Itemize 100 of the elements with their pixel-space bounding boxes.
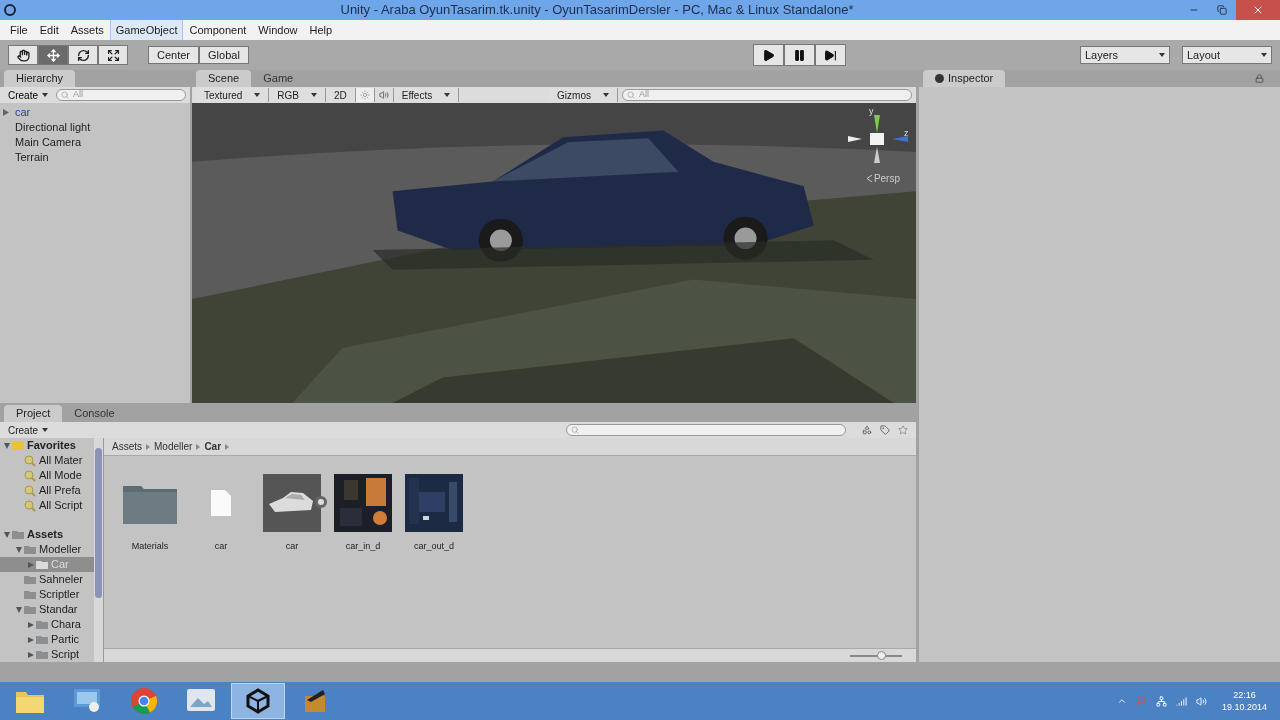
- control-panel-icon[interactable]: [74, 689, 100, 713]
- folder-icon: [24, 575, 36, 584]
- expand-toggle-icon[interactable]: [16, 606, 22, 613]
- panel-tab[interactable]: Game: [251, 70, 306, 87]
- expand-arrow-icon: [3, 109, 9, 116]
- tree-item[interactable]: Favorites: [27, 438, 76, 454]
- network-icon[interactable]: [1155, 695, 1167, 707]
- rotate-tool-button[interactable]: [68, 45, 98, 65]
- search-icon: [24, 454, 36, 467]
- create-dropdown[interactable]: Create: [4, 422, 52, 438]
- projection-label[interactable]: Persp: [873, 171, 900, 186]
- asset-label[interactable]: car: [214, 540, 228, 554]
- tree-item[interactable]: All Mode: [39, 467, 82, 484]
- layers-dropdown[interactable]: Layers: [1080, 46, 1170, 64]
- caret-icon: [311, 93, 318, 97]
- tree-item[interactable]: Modeller: [39, 541, 82, 558]
- browser-icon[interactable]: [131, 688, 157, 714]
- create-dropdown[interactable]: Create: [4, 87, 52, 103]
- image-viewer-icon[interactable]: [187, 689, 215, 713]
- tree-item[interactable]: Assets: [27, 526, 64, 543]
- hierarchy-item[interactable]: Directional light: [15, 119, 91, 136]
- breadcrumb-item[interactable]: Assets: [112, 439, 142, 454]
- tree-item[interactable]: Standar: [39, 601, 78, 618]
- menu-item[interactable]: Window: [252, 18, 304, 42]
- expand-toggle-icon[interactable]: [4, 442, 10, 449]
- file-explorer-icon[interactable]: [16, 689, 44, 713]
- play-button[interactable]: [752, 44, 784, 66]
- folder-icon: [24, 590, 36, 599]
- unity-icon[interactable]: [245, 688, 271, 714]
- restore-icon: [1217, 5, 1227, 15]
- clock-time[interactable]: 22:16: [1233, 689, 1256, 701]
- tree-item[interactable]: All Prefa: [39, 482, 81, 499]
- panel-tab[interactable]: Scene: [196, 70, 252, 87]
- preview-toggle-icon[interactable]: [315, 496, 327, 508]
- breadcrumb-item[interactable]: Modeller: [154, 439, 193, 454]
- expand-toggle-icon[interactable]: [28, 651, 34, 658]
- volume-icon[interactable]: [1195, 695, 1207, 707]
- zoom-slider[interactable]: [850, 654, 902, 657]
- show-hidden-icons-button[interactable]: [1116, 696, 1127, 706]
- slider-thumb[interactable]: [877, 650, 887, 660]
- caret-icon: [603, 93, 609, 97]
- menu-item[interactable]: File: [4, 18, 34, 42]
- search-field[interactable]: [566, 424, 846, 436]
- signal-icon[interactable]: [1175, 695, 1187, 707]
- editor-icon[interactable]: [302, 688, 328, 714]
- pivot-toggle-button[interactable]: Global: [199, 46, 249, 64]
- close-icon: [1252, 4, 1264, 16]
- search-icon: [571, 426, 579, 434]
- expand-toggle-icon[interactable]: [16, 546, 22, 553]
- tree-item[interactable]: Sahneler: [39, 571, 84, 588]
- asset-label[interactable]: car: [285, 540, 299, 554]
- asset-label[interactable]: Materials: [131, 540, 169, 554]
- search-icon: [24, 484, 36, 497]
- panel-tab[interactable]: Hierarchy: [4, 70, 76, 87]
- move-tool-button[interactable]: [38, 45, 68, 65]
- folder-icon: [36, 635, 48, 644]
- layout-dropdown[interactable]: Layout: [1182, 46, 1272, 64]
- menu-item[interactable]: Edit: [33, 18, 65, 42]
- speaker-icon: [378, 90, 389, 100]
- move-arrows-icon: [46, 48, 60, 62]
- search-icon: [24, 499, 36, 512]
- hierarchy-item[interactable]: car: [15, 104, 31, 121]
- asset-label[interactable]: car_out_d: [414, 540, 454, 554]
- menu-item[interactable]: Help: [303, 18, 339, 42]
- sun-icon: [359, 90, 370, 100]
- scrollbar[interactable]: [94, 438, 103, 662]
- step-button[interactable]: [814, 44, 846, 66]
- star-icon: [898, 425, 908, 435]
- folder-icon: [12, 530, 24, 539]
- expand-toggle-icon[interactable]: [28, 561, 34, 568]
- hierarchy-item[interactable]: Main Camera: [15, 134, 82, 151]
- tree-item[interactable]: Script: [51, 646, 80, 662]
- tree-item[interactable]: Partic: [51, 631, 80, 648]
- pause-button[interactable]: [783, 44, 815, 66]
- info-icon: [935, 74, 944, 83]
- expand-toggle-icon[interactable]: [28, 636, 34, 643]
- panel-tab[interactable]: Inspector: [923, 70, 1006, 87]
- step-forward-icon: [823, 48, 837, 62]
- star-folder-icon: [12, 441, 24, 450]
- pivot-toggle-button[interactable]: Center: [148, 46, 200, 64]
- panel-tab[interactable]: Console: [62, 405, 127, 422]
- scale-tool-button[interactable]: [98, 45, 128, 65]
- clock-date[interactable]: 19.10.2014: [1221, 701, 1267, 713]
- tree-item[interactable]: All Script: [39, 497, 83, 514]
- menu-item[interactable]: Component: [183, 18, 253, 42]
- hierarchy-item[interactable]: Terrain: [15, 149, 49, 166]
- tree-item[interactable]: All Mater: [39, 452, 83, 469]
- tree-item[interactable]: Scriptler: [39, 586, 80, 603]
- expand-toggle-icon[interactable]: [4, 531, 10, 538]
- caret-icon: [1261, 53, 1267, 57]
- hand-tool-button[interactable]: [8, 45, 38, 65]
- breadcrumb-item[interactable]: Car: [204, 439, 222, 454]
- menu-item[interactable]: Assets: [64, 18, 110, 42]
- expand-toggle-icon[interactable]: [28, 621, 34, 628]
- tree-item[interactable]: Chara: [51, 616, 81, 633]
- asset-label[interactable]: car_in_d: [345, 540, 381, 554]
- caret-icon: [42, 93, 48, 97]
- chevron-icon: [196, 443, 201, 450]
- chevron-icon: [146, 443, 150, 450]
- panel-tab[interactable]: Project: [4, 405, 63, 422]
